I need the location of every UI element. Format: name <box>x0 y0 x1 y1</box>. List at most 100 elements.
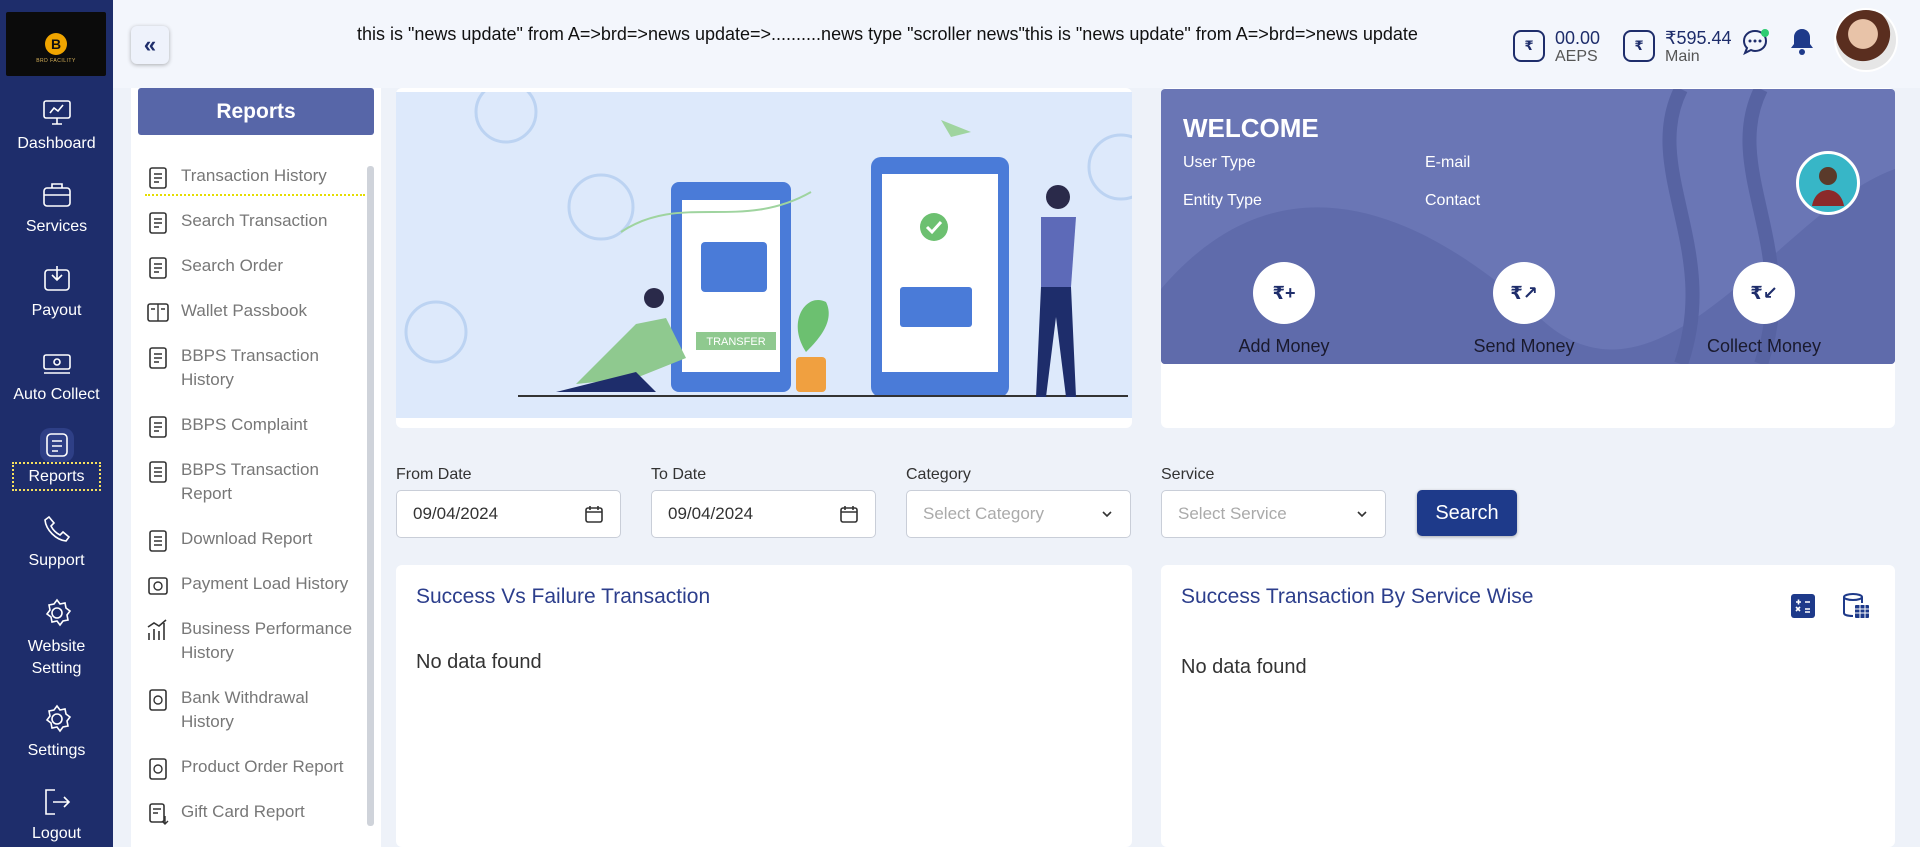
top-bar: « this is "news update" from A=>brd=>new… <box>113 0 1920 88</box>
nav-item-logout[interactable]: Logout <box>0 785 113 843</box>
service-placeholder: Select Service <box>1178 504 1287 523</box>
collect-money-button[interactable]: ₹↙ Collect Money <box>1664 262 1864 357</box>
order-report-icon <box>149 758 167 780</box>
nav-label: Auto Collect <box>13 386 100 403</box>
action-label: Add Money <box>1238 336 1330 356</box>
to-date-input[interactable]: 09/04/2024 <box>651 490 876 538</box>
nav-item-settings[interactable]: Settings <box>0 702 113 760</box>
database-table-icon[interactable] <box>1841 591 1871 621</box>
report-item-product-order-report[interactable]: Product Order Report <box>145 755 365 781</box>
document-icon <box>149 530 167 552</box>
wallet-label: AEPS <box>1555 48 1598 65</box>
report-item-label: Business Performance History <box>181 619 353 662</box>
reports-scrollbar[interactable] <box>367 166 374 826</box>
clipboard-icon <box>149 212 167 234</box>
search-button[interactable]: Search <box>1417 490 1517 536</box>
report-item-bbps-transaction-report[interactable]: BBPS Transaction Report <box>145 458 365 506</box>
nav-label: Logout <box>32 825 81 842</box>
report-item-label: Search Order <box>181 256 284 275</box>
cash-icon <box>40 346 74 380</box>
gear-icon <box>40 702 74 736</box>
collapse-sidebar-button[interactable]: « <box>131 26 169 64</box>
nav-label: Website Setting <box>27 638 86 677</box>
category-placeholder: Select Category <box>923 504 1044 523</box>
report-item-search-order[interactable]: Search Order <box>145 254 365 280</box>
service-wise-card: Success Transaction By Service Wise No d… <box>1161 565 1895 847</box>
brand-logo[interactable]: B BRD FACILITY <box>6 12 106 76</box>
to-date-label: To Date <box>651 466 707 483</box>
action-label: Collect Money <box>1706 336 1822 356</box>
monitor-icon <box>40 95 74 129</box>
report-item-label: Transaction History <box>181 166 327 185</box>
nav-item-support[interactable]: Support <box>0 512 113 570</box>
wallet-amount: 00.00 <box>1555 28 1601 48</box>
welcome-section: WELCOME User Type E-mail Entity Type Con… <box>1161 88 1895 428</box>
report-item-business-performance-history[interactable]: Business Performance History <box>145 617 365 665</box>
document-icon <box>149 461 167 483</box>
nav-item-dashboard[interactable]: Dashboard <box>0 95 113 153</box>
report-icon <box>39 428 74 462</box>
nav-item-auto-collect[interactable]: Auto Collect <box>0 346 113 404</box>
profile-avatar <box>1796 151 1860 215</box>
from-date-value: 09/04/2024 <box>413 504 499 523</box>
news-ticker: this is "news update" from A=>brd=>news … <box>357 24 1522 48</box>
from-date-input[interactable]: 09/04/2024 <box>396 490 621 538</box>
report-item-bank-withdrawal-history[interactable]: Bank Withdrawal History <box>145 686 365 734</box>
entity-type-label: Entity Type <box>1183 192 1262 209</box>
chevron-down-icon <box>1102 511 1112 518</box>
banner-illustration: TRANSFER <box>396 92 1132 418</box>
transfer-label: TRANSFER <box>706 336 765 348</box>
user-avatar[interactable] <box>1836 10 1896 70</box>
calculator-icon[interactable] <box>1788 591 1818 621</box>
nav-item-reports[interactable]: Reports <box>0 428 113 491</box>
wallet-amount: ₹595.44 <box>1665 28 1732 48</box>
nav-label: Support <box>28 552 85 569</box>
phone-icon <box>40 512 74 546</box>
rupee-card-icon: ₹ <box>1623 30 1655 62</box>
report-item-label: Gift Card Report <box>181 802 305 821</box>
calendar-icon[interactable] <box>584 504 604 524</box>
service-select[interactable]: Select Service <box>1161 490 1386 538</box>
payout-icon <box>40 262 74 296</box>
wallet-main[interactable]: ₹ ₹595.44 Main <box>1623 28 1732 66</box>
bell-icon[interactable] <box>1787 26 1817 56</box>
report-item-label: Bank Withdrawal History <box>181 688 309 731</box>
side-nav: B BRD FACILITY Dashboard Services Payout… <box>0 0 113 847</box>
category-label: Category <box>906 466 971 483</box>
send-money-button[interactable]: ₹↗ Send Money <box>1424 262 1624 357</box>
chat-icon[interactable] <box>1741 28 1769 56</box>
report-item-search-transaction[interactable]: Search Transaction <box>145 209 365 235</box>
empty-state-text: No data found <box>416 651 542 673</box>
wallet-aeps[interactable]: ₹ 00.00 AEPS <box>1513 28 1600 66</box>
report-item-bbps-complaint[interactable]: BBPS Complaint <box>145 413 365 439</box>
nav-item-website-setting[interactable]: Website Setting <box>0 596 113 680</box>
clipboard-icon <box>149 347 167 369</box>
calendar-icon[interactable] <box>839 504 859 524</box>
report-item-gift-card-report[interactable]: Gift Card Report <box>145 800 365 826</box>
service-label: Service <box>1161 466 1215 483</box>
promo-banner: TRANSFER <box>396 88 1132 428</box>
empty-state-text: No data found <box>1181 656 1307 678</box>
report-item-label: Payment Load History <box>181 574 349 593</box>
nav-label: Dashboard <box>17 135 96 152</box>
nav-label: Services <box>25 218 88 235</box>
ticker-text: this is "news update" from A=>brd=>news … <box>357 24 1418 44</box>
report-item-transaction-history[interactable]: Transaction History <box>145 164 365 196</box>
report-item-wallet-passbook[interactable]: Wallet Passbook <box>145 299 365 325</box>
contact-label: Contact <box>1425 192 1481 209</box>
category-select[interactable]: Select Category <box>906 490 1131 538</box>
nav-label: Settings <box>27 742 86 759</box>
nav-item-payout[interactable]: Payout <box>0 262 113 320</box>
gift-card-icon <box>149 803 169 825</box>
reports-panel-title: Reports <box>138 88 374 135</box>
bar-chart-icon <box>147 619 167 640</box>
nav-label: Reports <box>12 462 101 491</box>
report-item-bbps-transaction-history[interactable]: BBPS Transaction History <box>145 344 365 392</box>
email-label: E-mail <box>1425 154 1471 171</box>
report-item-download-report[interactable]: Download Report <box>145 527 365 553</box>
payment-icon <box>148 577 168 595</box>
add-money-button[interactable]: ₹+ Add Money <box>1184 262 1384 357</box>
report-item-payment-load-history[interactable]: Payment Load History <box>145 572 365 598</box>
nav-item-services[interactable]: Services <box>0 178 113 236</box>
action-label: Send Money <box>1473 336 1575 356</box>
